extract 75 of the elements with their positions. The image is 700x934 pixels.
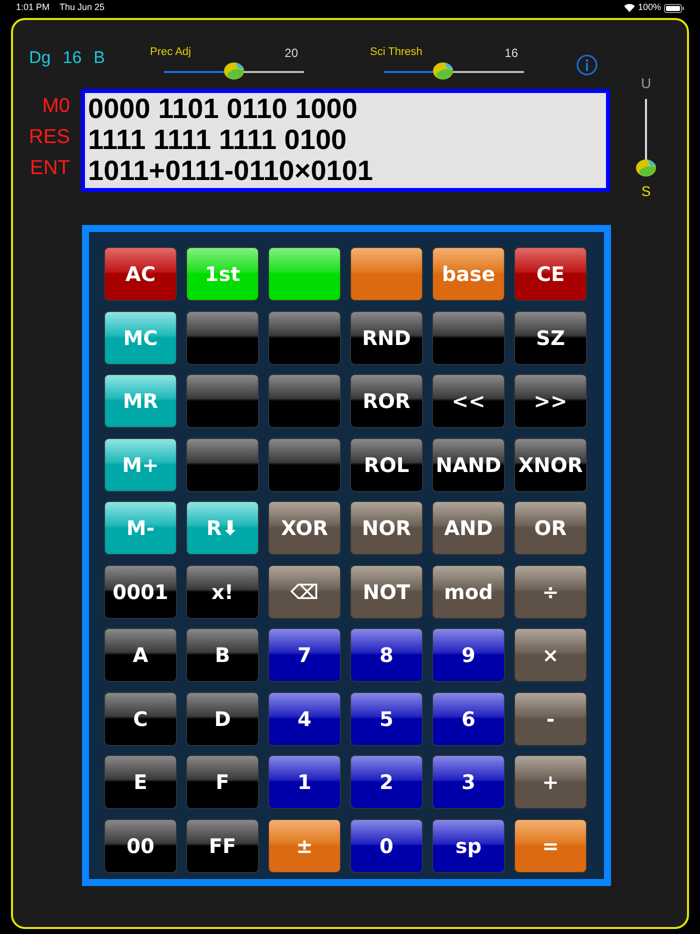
- slider-value: 16: [504, 45, 518, 62]
- key-button[interactable]: C: [104, 692, 177, 746]
- key-button[interactable]: 00: [104, 818, 177, 872]
- key-button[interactable]: NOR: [350, 501, 423, 555]
- key-button[interactable]: FF: [186, 818, 259, 872]
- blank-key-button[interactable]: [186, 374, 259, 428]
- key-button[interactable]: AC: [104, 247, 177, 301]
- slider-value: 20: [284, 45, 298, 62]
- register-label: M0: [42, 94, 70, 119]
- register-label: ENT: [30, 156, 70, 181]
- switch-label: S: [641, 183, 651, 199]
- register-label: RES: [28, 125, 70, 150]
- register-value: 1011+0111-0110×0101: [88, 157, 374, 184]
- key-button[interactable]: sp: [432, 818, 505, 872]
- blank-key-button[interactable]: [186, 438, 259, 492]
- key-button[interactable]: 1: [268, 755, 341, 809]
- key-button[interactable]: >>: [514, 374, 587, 428]
- register-value: 0000 1101 0110 1000: [88, 95, 358, 122]
- key-button[interactable]: B: [186, 628, 259, 682]
- battery-percent: 100%: [638, 1, 661, 14]
- key-button[interactable]: E: [104, 755, 177, 809]
- key-button[interactable]: ×: [514, 628, 587, 682]
- key-button[interactable]: CE: [514, 247, 587, 301]
- status-date: Thu Jun 25: [60, 1, 105, 14]
- key-button[interactable]: <<: [432, 374, 505, 428]
- key-button[interactable]: RND: [350, 310, 423, 364]
- blank-key-button[interactable]: [186, 310, 259, 364]
- key-button[interactable]: mod: [432, 564, 505, 618]
- base-mode[interactable]: B: [94, 44, 105, 70]
- status-time: 1:01 PM: [16, 1, 50, 14]
- blank-key-button[interactable]: [268, 310, 341, 364]
- key-button[interactable]: 7: [268, 628, 341, 682]
- slider-thumb[interactable]: [432, 61, 454, 81]
- key-button[interactable]: ÷: [514, 564, 587, 618]
- blank-key-button[interactable]: [350, 247, 423, 301]
- switch-label: U: [640, 75, 652, 91]
- digit-count[interactable]: 16: [62, 44, 82, 70]
- key-button[interactable]: 0001: [104, 564, 177, 618]
- angle-mode[interactable]: Dg: [29, 44, 51, 70]
- key-button[interactable]: XNOR: [514, 438, 587, 492]
- wifi-icon: [624, 4, 635, 12]
- register-value: 1111 1111 1111 0100: [88, 126, 348, 153]
- key-button[interactable]: SZ: [514, 310, 587, 364]
- key-button[interactable]: ROR: [350, 374, 423, 428]
- key-button[interactable]: NOT: [350, 564, 423, 618]
- key-button[interactable]: 5: [350, 692, 423, 746]
- battery-icon: [664, 4, 684, 12]
- key-button[interactable]: D: [186, 692, 259, 746]
- blank-key-button[interactable]: [432, 310, 505, 364]
- key-button[interactable]: 6: [432, 692, 505, 746]
- key-button[interactable]: XOR: [268, 501, 341, 555]
- blank-key-button[interactable]: [268, 247, 341, 301]
- key-button[interactable]: -: [514, 692, 587, 746]
- key-button[interactable]: AND: [432, 501, 505, 555]
- key-button[interactable]: 2: [350, 755, 423, 809]
- key-button[interactable]: 3: [432, 755, 505, 809]
- key-button[interactable]: ROL: [350, 438, 423, 492]
- key-button[interactable]: 4: [268, 692, 341, 746]
- key-button[interactable]: x!: [186, 564, 259, 618]
- slider-label: Sci Thresh: [370, 45, 422, 60]
- blank-key-button[interactable]: [268, 438, 341, 492]
- key-button[interactable]: F: [186, 755, 259, 809]
- key-button[interactable]: 0: [350, 818, 423, 872]
- info-icon[interactable]: [576, 54, 598, 76]
- key-button[interactable]: OR: [514, 501, 587, 555]
- key-button[interactable]: A: [104, 628, 177, 682]
- slider-thumb[interactable]: [223, 61, 245, 81]
- key-button[interactable]: ⌫: [268, 564, 341, 618]
- key-button[interactable]: +: [514, 755, 587, 809]
- slider-thumb[interactable]: [635, 158, 657, 178]
- key-button[interactable]: 9: [432, 628, 505, 682]
- slider-label: Prec Adj: [150, 45, 191, 60]
- key-button[interactable]: 8: [350, 628, 423, 682]
- key-button[interactable]: NAND: [432, 438, 505, 492]
- blank-key-button[interactable]: [268, 374, 341, 428]
